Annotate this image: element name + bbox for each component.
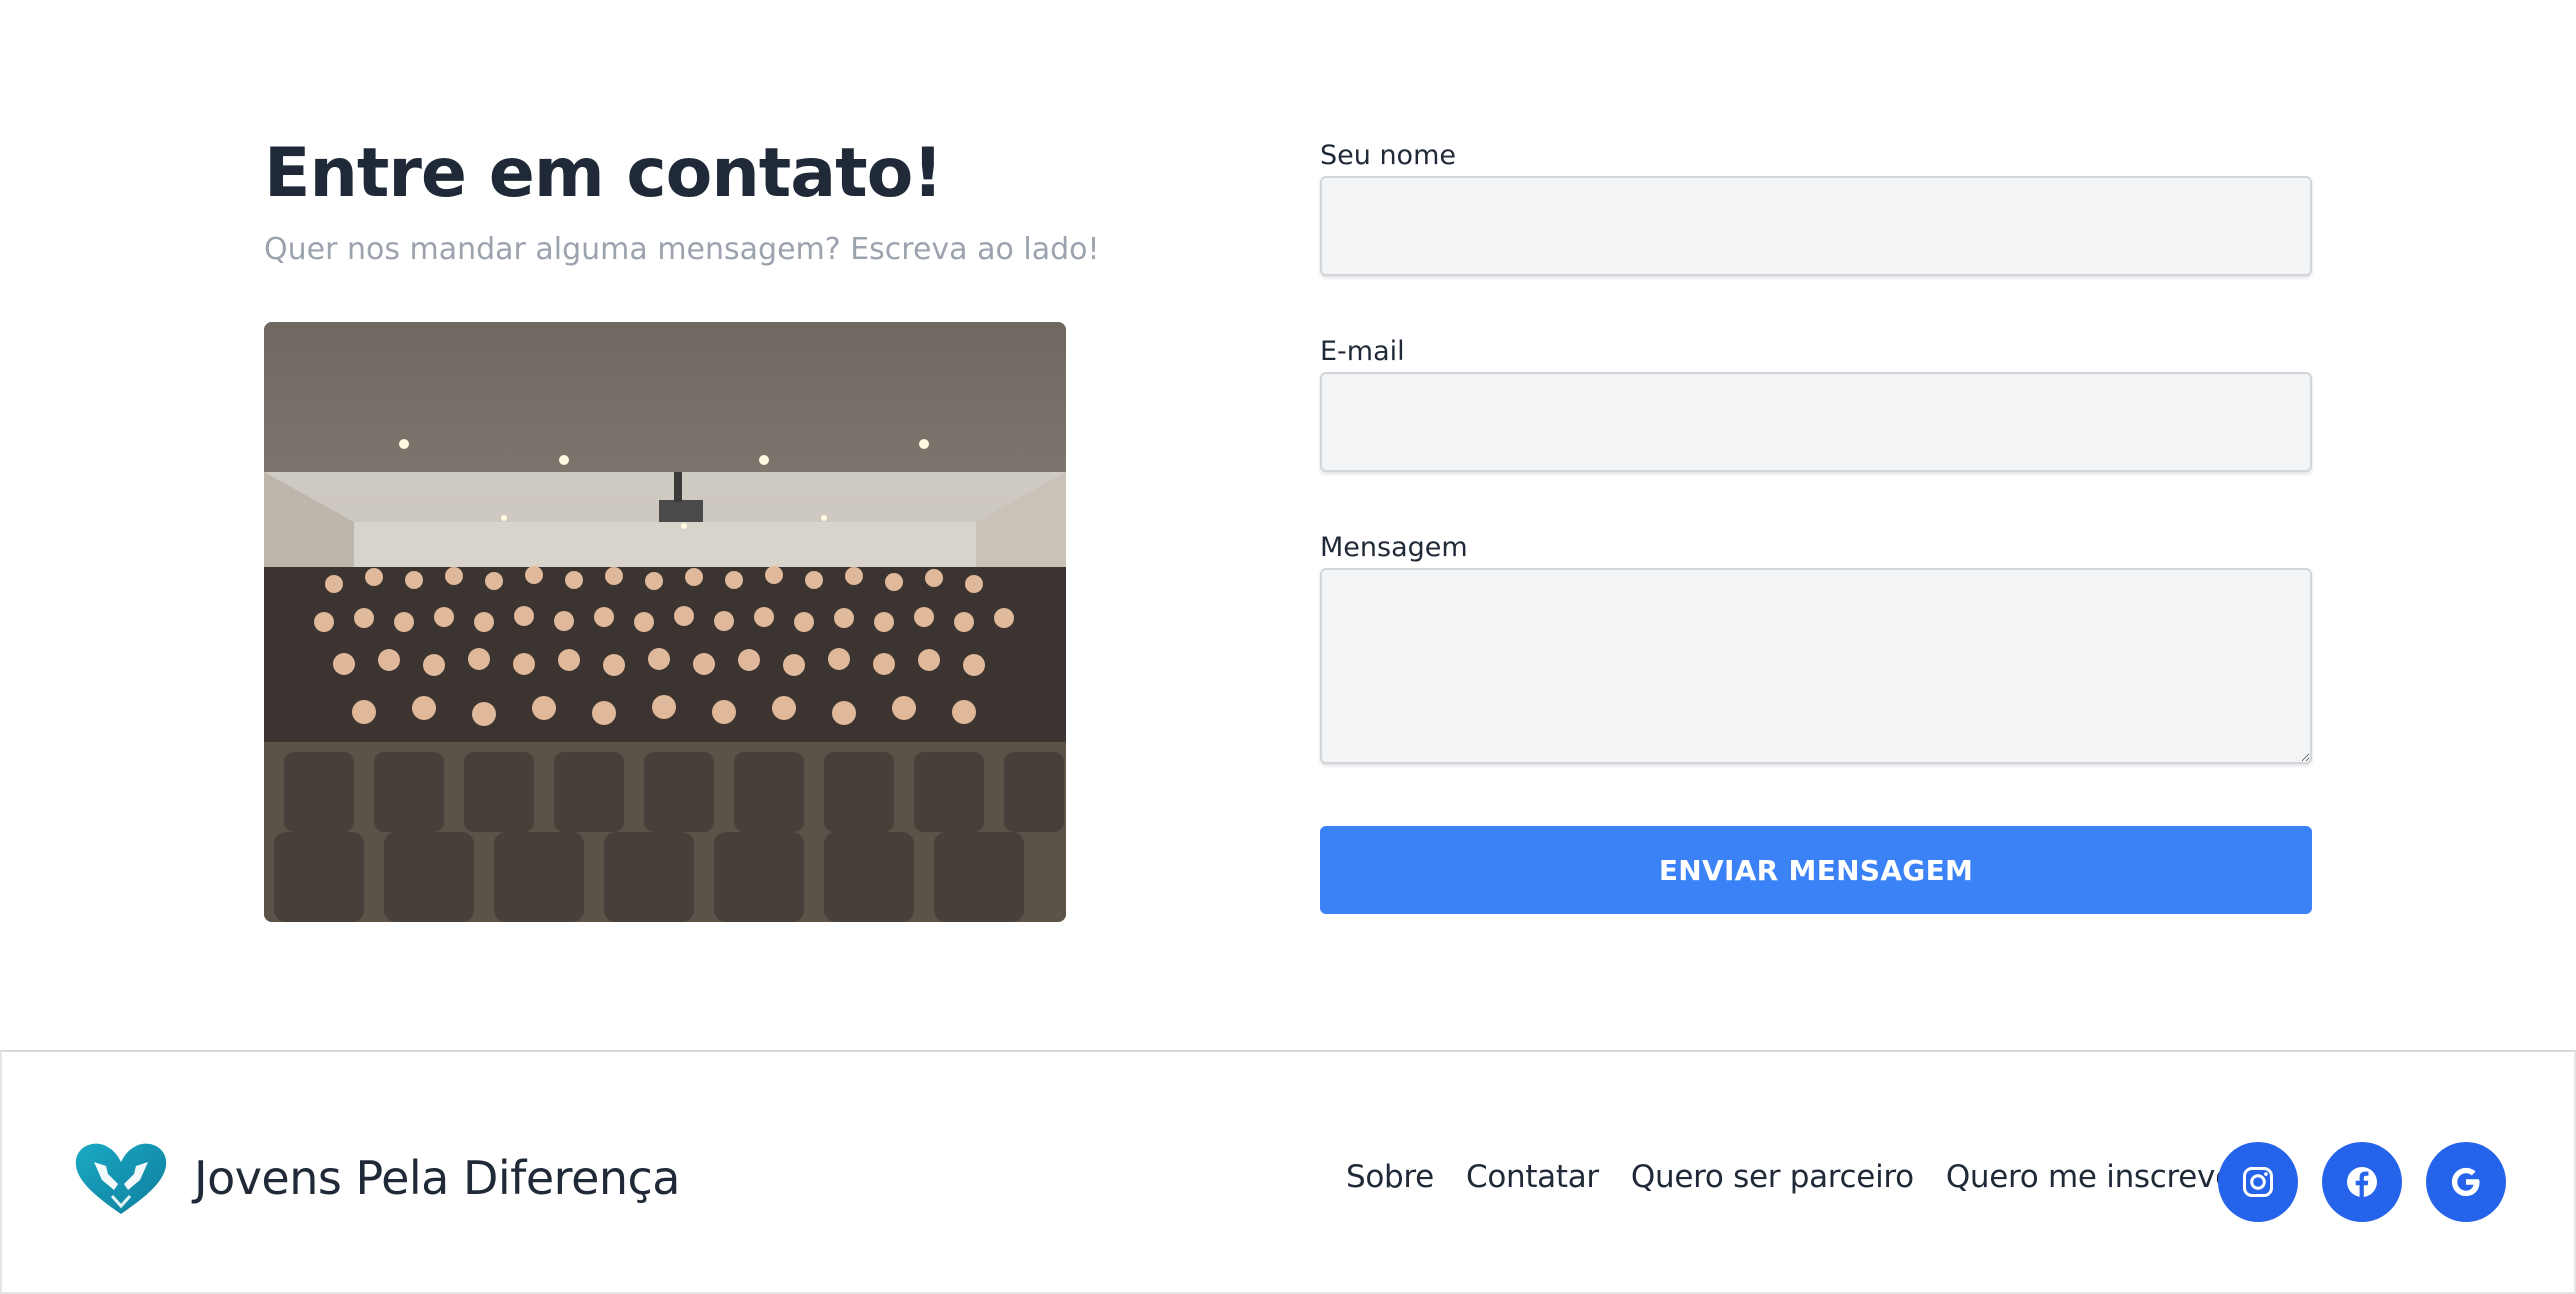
contact-section: Entre em contato! Quer nos mandar alguma… <box>0 0 2576 1050</box>
send-message-button[interactable]: ENVIAR MENSAGEM <box>1320 826 2312 914</box>
hands-heart-logo-icon <box>75 1143 167 1214</box>
name-field-group: Seu nome <box>1320 138 2312 276</box>
instagram-icon <box>2243 1167 2273 1197</box>
footer-brand[interactable]: Jovens Pela Diferença <box>72 1138 681 1218</box>
group-photo <box>264 322 1066 922</box>
contact-intro: Entre em contato! Quer nos mandar alguma… <box>264 130 1100 922</box>
name-input[interactable] <box>1320 176 2312 276</box>
email-field-group: E-mail <box>1320 334 2312 472</box>
contact-form: Seu nome E-mail Mensagem ENVIAR MENSAGEM <box>1320 138 2312 914</box>
message-textarea[interactable] <box>1320 568 2312 764</box>
hands-heart-logo <box>72 1140 170 1216</box>
social-links <box>2218 1142 2506 1222</box>
google-icon <box>2451 1167 2480 1197</box>
site-footer: Jovens Pela Diferença Sobre Contatar Que… <box>0 1050 2576 1294</box>
brand-name: Jovens Pela Diferença <box>194 1151 681 1205</box>
google-button[interactable] <box>2426 1142 2506 1222</box>
nav-link-sobre[interactable]: Sobre <box>1346 1159 1434 1195</box>
nav-link-parceiro[interactable]: Quero ser parceiro <box>1631 1159 1914 1195</box>
instagram-button[interactable] <box>2218 1142 2298 1222</box>
email-input[interactable] <box>1320 372 2312 472</box>
nav-link-inscrever[interactable]: Quero me inscrever <box>1946 1159 2247 1195</box>
email-label: E-mail <box>1320 336 1405 367</box>
nav-link-contatar[interactable]: Contatar <box>1466 1159 1599 1195</box>
name-label: Seu nome <box>1320 140 1456 171</box>
page-title: Entre em contato! <box>264 134 943 213</box>
footer-nav: Sobre Contatar Quero ser parceiro Quero … <box>1346 1150 2247 1204</box>
message-label: Mensagem <box>1320 532 1468 563</box>
facebook-button[interactable] <box>2322 1142 2402 1222</box>
page-subtitle: Quer nos mandar alguma mensagem? Escreva… <box>264 232 1100 267</box>
message-field-group: Mensagem <box>1320 530 2312 764</box>
facebook-icon <box>2347 1167 2377 1197</box>
page: Entre em contato! Quer nos mandar alguma… <box>0 0 2576 1294</box>
group-photo-illustration <box>264 322 1066 922</box>
